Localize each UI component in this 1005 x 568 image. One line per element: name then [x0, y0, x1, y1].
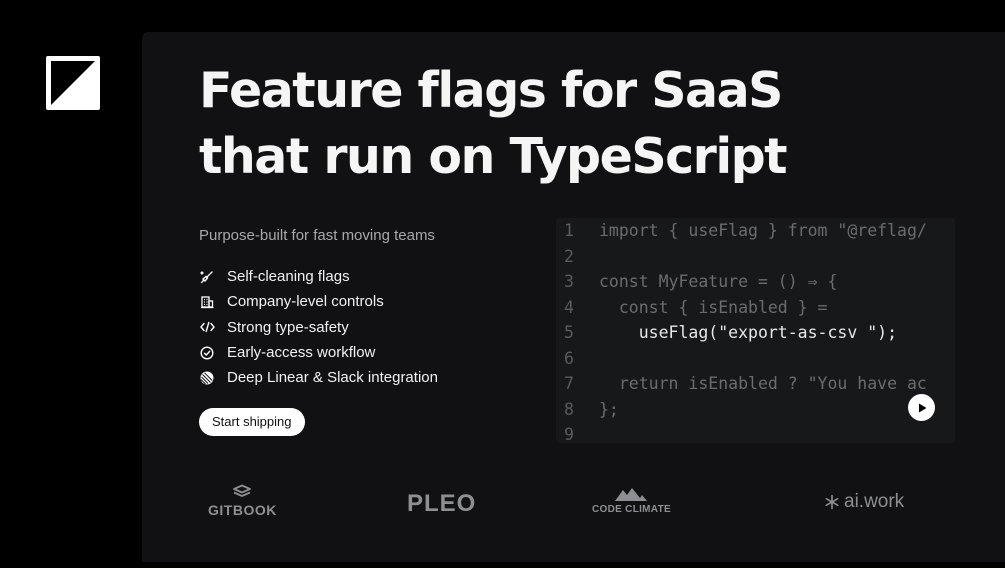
line-number: 1 — [564, 221, 574, 240]
code-line: 1 import { useFlag } from "@reflag/ — [556, 218, 955, 244]
code-line: 5 useFlag("export-as-csv "); — [556, 320, 955, 346]
code-climate-name: CODE CLIMATE — [592, 504, 671, 515]
feature-label: Early-access workflow — [227, 344, 376, 362]
building-icon — [199, 294, 215, 310]
aiwork-logo: ai.work — [824, 491, 904, 513]
hero-headline: Feature flags for SaaS that run on TypeS… — [199, 58, 839, 190]
line-number: 4 — [564, 297, 574, 317]
line-number: 9 — [564, 425, 574, 443]
pleo-logo: PLEO — [407, 490, 476, 518]
aiwork-name: ai.work — [844, 491, 905, 512]
check-circle-icon — [199, 345, 215, 361]
code-climate-logo: CODE CLIMATE — [592, 486, 671, 515]
reflag-logo[interactable] — [29, 39, 117, 127]
code-line: 6 — [556, 346, 955, 372]
line-number: 7 — [564, 374, 574, 393]
feature-item: Deep Linear & Slack integration — [199, 365, 438, 390]
code-line: 7 return isEnabled ? "You have ac — [556, 371, 955, 397]
code-line: 9 — [556, 422, 955, 443]
mountain-icon — [615, 488, 648, 501]
feature-label: Strong type-safety — [227, 318, 349, 336]
line-number: 6 — [564, 348, 574, 368]
feature-item: Early-access workflow — [199, 340, 438, 365]
code-text: const { isEnabled } = — [599, 297, 828, 317]
feature-item: Self-cleaning flags — [199, 264, 438, 289]
play-button[interactable] — [908, 394, 935, 421]
code-icon — [199, 319, 215, 335]
reflag-logo-icon — [46, 56, 100, 110]
code-text: }; — [599, 399, 619, 419]
hero-subtitle: Purpose-built for fast moving teams — [199, 227, 435, 244]
feature-label: Deep Linear & Slack integration — [227, 369, 438, 387]
code-line: 8}; — [556, 397, 955, 423]
code-line: 3 const MyFeature = () ⇒ { — [556, 269, 955, 295]
customer-logos: GITBOOK PLEO CODE CLIMATE ai.work — [142, 482, 1005, 532]
feature-item: Strong type-safety — [199, 315, 438, 340]
play-icon — [918, 403, 926, 412]
line-number: 8 — [564, 399, 574, 419]
code-line: 2 — [556, 244, 955, 270]
code-line: 4 const { isEnabled } = — [556, 295, 955, 321]
headline-line-1: Feature flags for SaaS — [199, 62, 783, 119]
code-text: return isEnabled ? "You have ac — [599, 374, 927, 393]
feature-label: Company-level controls — [227, 293, 384, 311]
linear-icon — [199, 370, 215, 386]
gitbook-logo: GITBOOK — [208, 484, 277, 518]
headline-line-2: that run on TypeScript — [199, 128, 788, 185]
code-sample: 1 import { useFlag } from "@reflag/2 3 cons… — [556, 218, 955, 443]
broom-icon — [199, 269, 215, 285]
line-number: 3 — [564, 272, 574, 291]
gitbook-name: GITBOOK — [208, 502, 277, 518]
code-text: useFlag("export-as-csv "); — [599, 323, 898, 342]
code-text: import { useFlag } from "@reflag/ — [599, 221, 927, 240]
feature-label: Self-cleaning flags — [227, 268, 350, 286]
gitbook-icon — [233, 484, 252, 497]
pleo-name: PLEO — [407, 490, 477, 517]
line-number: 2 — [564, 246, 574, 266]
feature-item: Company-level controls — [199, 289, 438, 314]
feature-list: Self-cleaning flags Company-level contro… — [199, 264, 438, 390]
asterisk-icon — [825, 494, 839, 510]
code-lines: 1 import { useFlag } from "@reflag/2 3 cons… — [556, 218, 955, 443]
code-text: const MyFeature = () ⇒ { — [599, 272, 838, 291]
line-number: 5 — [564, 323, 574, 342]
hero-panel: Feature flags for SaaS that run on TypeS… — [142, 32, 1005, 562]
start-shipping-button[interactable]: Start shipping — [199, 408, 305, 436]
